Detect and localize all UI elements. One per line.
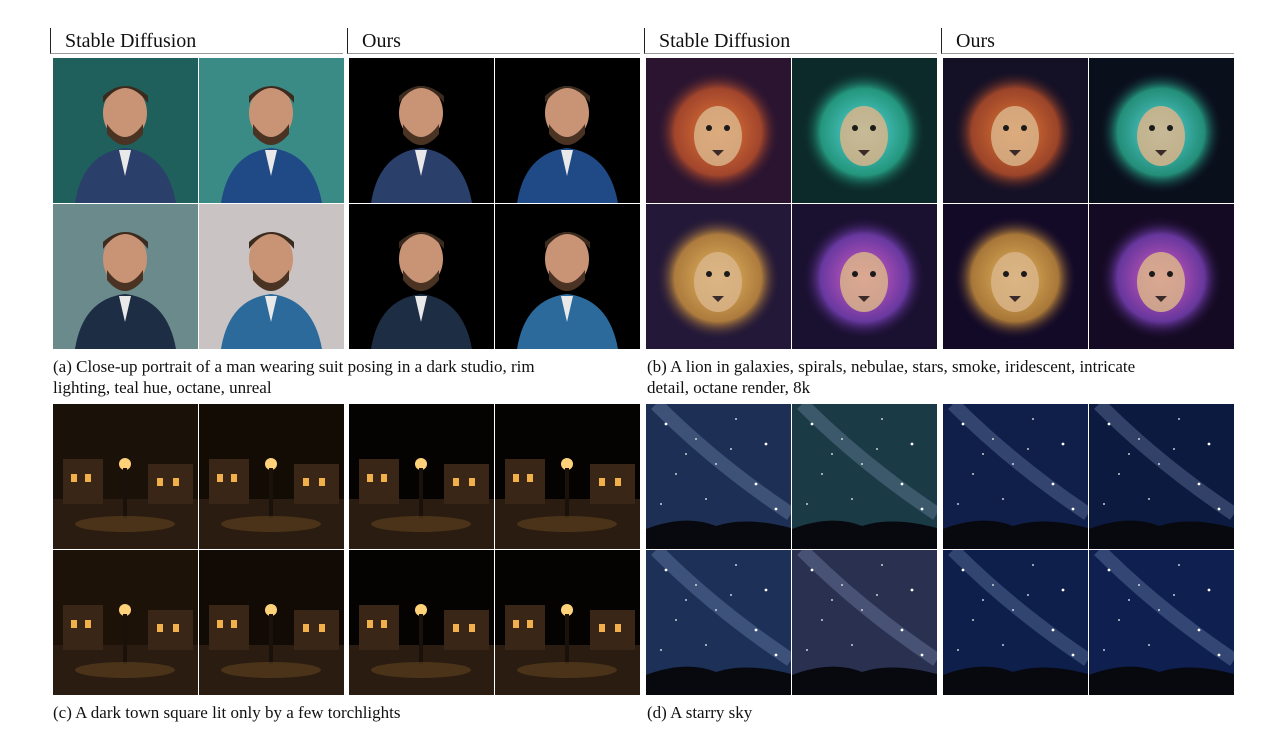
- lion-ours-image-4: [1089, 204, 1234, 349]
- sky-ours-image-2: [1089, 404, 1234, 549]
- town-ours-image-3: [349, 550, 494, 695]
- sky-stable-diffusion-image-3: [646, 550, 791, 695]
- header-ours-left: Ours: [347, 28, 640, 54]
- town-ours-image-1: [349, 404, 494, 549]
- town-stable-diffusion-image-1: [53, 404, 198, 549]
- lion-ours-image-2: [1089, 58, 1234, 203]
- caption-a-line2: lighting, teal hue, octane, unreal: [53, 378, 272, 397]
- sky-ours-image-3: [943, 550, 1088, 695]
- caption-c: (c) A dark town square lit only by a few…: [53, 703, 401, 722]
- town-stable-diffusion-image-2: [199, 404, 344, 549]
- lion-stable-diffusion-image-3: [646, 204, 791, 349]
- sky-ours-image-4: [1089, 550, 1234, 695]
- lion-ours-image-3: [943, 204, 1088, 349]
- portrait-ours-image-3: [349, 204, 494, 349]
- caption-a-line1: (a) Close-up portrait of a man wearing s…: [53, 357, 535, 376]
- header-label: Stable Diffusion: [65, 30, 197, 52]
- town-ours-image-4: [495, 550, 640, 695]
- portrait-stable-diffusion-image-1: [53, 58, 198, 203]
- town-stable-diffusion-image-4: [199, 550, 344, 695]
- header-label: Stable Diffusion: [659, 30, 791, 52]
- portrait-ours-image-2: [495, 58, 640, 203]
- lion-stable-diffusion-image-4: [792, 204, 937, 349]
- caption-b-line2: detail, octane render, 8k: [647, 378, 811, 397]
- header-label: Ours: [956, 30, 995, 52]
- portrait-stable-diffusion-image-3: [53, 204, 198, 349]
- sky-ours-image-1: [943, 404, 1088, 549]
- sky-stable-diffusion-image-1: [646, 404, 791, 549]
- header-stable-diffusion-right: Stable Diffusion: [644, 28, 937, 54]
- header-ours-right: Ours: [941, 28, 1234, 54]
- portrait-ours-image-4: [495, 204, 640, 349]
- caption-b-line1: (b) A lion in galaxies, spirals, nebulae…: [647, 357, 1136, 376]
- caption-d: (d) A starry sky: [647, 703, 753, 722]
- portrait-stable-diffusion-image-2: [199, 58, 344, 203]
- lion-stable-diffusion-image-2: [792, 58, 937, 203]
- header-label: Ours: [362, 30, 401, 52]
- header-stable-diffusion-left: Stable Diffusion: [50, 28, 343, 54]
- portrait-stable-diffusion-image-4: [199, 204, 344, 349]
- town-ours-image-2: [495, 404, 640, 549]
- portrait-ours-image-1: [349, 58, 494, 203]
- lion-stable-diffusion-image-1: [646, 58, 791, 203]
- sky-stable-diffusion-image-2: [792, 404, 937, 549]
- sky-stable-diffusion-image-4: [792, 550, 937, 695]
- town-stable-diffusion-image-3: [53, 550, 198, 695]
- lion-ours-image-1: [943, 58, 1088, 203]
